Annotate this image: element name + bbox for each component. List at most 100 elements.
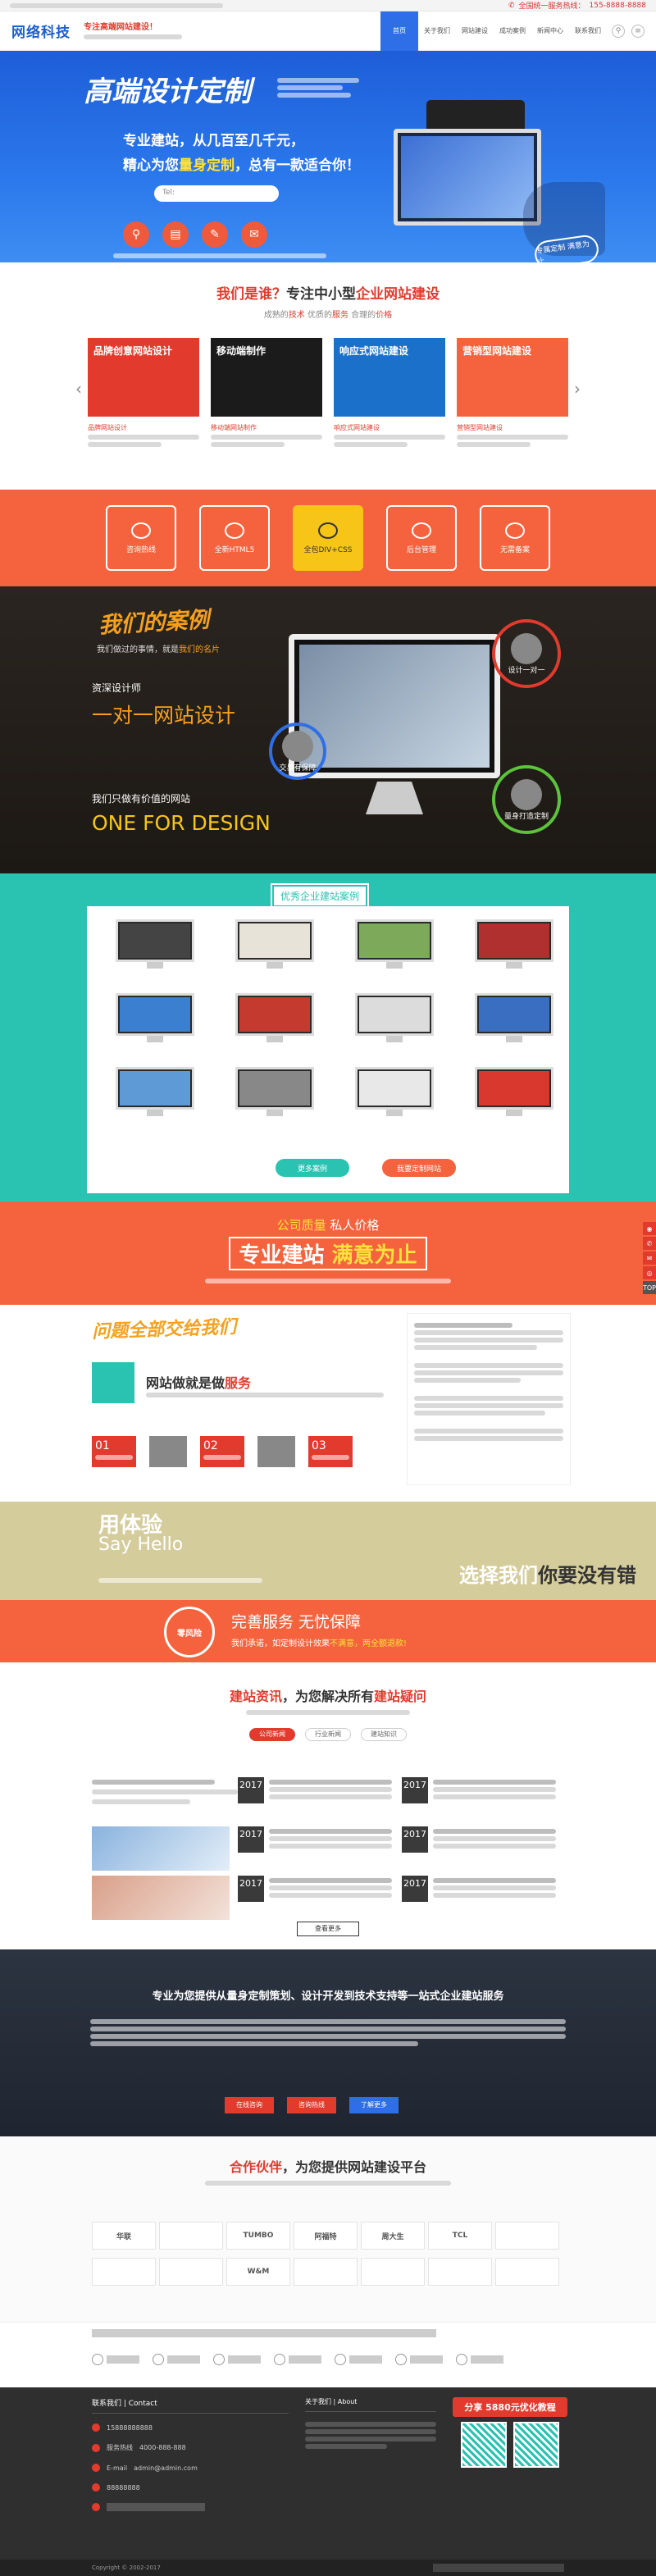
case-thumb[interactable] [344,1067,444,1126]
chevron-left-icon[interactable]: ‹ [75,379,82,399]
qa-heading: 网站做就是做服务 [146,1375,252,1391]
qq-icon[interactable]: ◉ [643,1222,656,1235]
nav-item-home[interactable]: 首页 [380,11,418,51]
services-strip: 咨询热线 全新HTML5 全包DIV+CSS 后台管理 无需备案 [0,490,656,586]
news-item[interactable]: 2017 [402,1826,566,1871]
case-thumb[interactable] [225,919,325,978]
news-item[interactable]: 2017 [402,1876,566,1920]
back-to-top-button[interactable]: TOP [643,1281,656,1294]
users-icon [511,632,542,664]
cases-desc3: 我们只做有价值的网站 [92,793,191,805]
case-thumb[interactable] [464,993,564,1052]
wechat-icon[interactable]: ◎ [643,1266,656,1279]
service-card[interactable]: 移动端制作 移动端网站制作 [211,338,322,449]
service-box[interactable]: 全包DIV+CSS [293,505,363,571]
case-thumb[interactable] [225,993,325,1052]
case-thumb[interactable] [464,1067,564,1126]
partner-logo[interactable]: W&M [226,2258,290,2286]
case-thumb[interactable] [464,919,564,978]
news-title: 建站资讯，为您解决所有建站疑问 [229,1689,427,1704]
news-section: 建站资讯，为您解决所有建站疑问 公司新闻 行业新闻 建站知识 2017 2017… [0,1662,656,1949]
handshake-icon [282,730,313,762]
partner-logo[interactable] [159,2258,223,2286]
case-thumb[interactable] [105,993,205,1052]
news-item[interactable]: 2017 [238,1826,402,1871]
partner-logo[interactable]: 周大生 [361,2222,425,2250]
more-news-button[interactable]: 查看更多 [297,1922,359,1936]
service-box[interactable]: 后台管理 [386,505,457,571]
promo-banner[interactable]: 分享 5880元优化教程 [453,2397,567,2417]
partner-logo[interactable]: TUMBO [226,2222,290,2250]
nav-item-build[interactable]: 网站建设 [456,11,494,51]
partner-logo[interactable] [495,2222,559,2250]
nav-item-news[interactable]: 新闻中心 [531,11,569,51]
clock-icon [131,522,151,539]
qa-title: 问题全部交给我们 [91,1316,237,1343]
service-card[interactable]: 营销型网站建设 营销型网站建设 [457,338,568,449]
tab-company-news[interactable]: 公司新闻 [249,1728,295,1741]
orb-design: 设计一对一 [492,619,561,688]
partner-logo[interactable] [294,2258,358,2286]
qa-step: 02 [200,1436,244,1467]
nav-item-contact[interactable]: 联系我们 [569,11,607,51]
partner-logo[interactable] [159,2222,223,2250]
chat-icon[interactable]: ✉ [643,1252,656,1265]
cases-subtitle: 我们做过的事情，就是我们的名片 [97,645,220,654]
news-list: 2017 2017 2017 2017 2017 2017 [92,1777,566,1920]
case-thumb[interactable] [225,1067,325,1126]
partners-section: 合作伙伴，为您提供网站建设平台 华联 TUMBO 阿福特 周大生 TCL W&M [0,2136,656,2322]
partner-logo[interactable] [361,2258,425,2286]
case-thumb[interactable] [105,919,205,978]
guarantee-title: 完善服务 无忧保障 [231,1613,362,1631]
tab-knowledge[interactable]: 建站知识 [361,1728,407,1741]
chevron-right-icon[interactable]: › [574,379,581,399]
menu-icon[interactable]: ≡ [631,24,645,38]
page: ✆ 全国统一服务热线： 155-8888-8888 网络科技 专注高端网站建设！… [0,0,656,2576]
learn-more-button[interactable]: 了解更多 [349,2097,399,2113]
server-icon [505,522,525,539]
check-icon [274,2354,285,2365]
edit-icon[interactable]: ✎ [202,221,228,248]
hotline-button[interactable]: 咨询热线 [287,2097,336,2113]
top-strip: ✆ 全国统一服务热线： 155-8888-8888 [0,0,656,11]
cases-title: 我们的案例 [98,607,210,639]
chart-icon[interactable]: ▤ [162,221,189,248]
partner-logo[interactable] [428,2258,492,2286]
search-icon[interactable]: ⚲ [123,221,149,248]
tab-industry-news[interactable]: 行业新闻 [305,1728,351,1741]
service-cards: 品牌创意网站设计 品牌网站设计 移动端制作 移动端网站制作 响应式网站建设 响应… [0,338,656,449]
tel-input[interactable]: Tel: [154,185,279,202]
news-item[interactable] [92,1777,238,1821]
partner-logo[interactable]: 华联 [92,2222,156,2250]
nav-item-about[interactable]: 关于我们 [418,11,456,51]
service-box[interactable]: 无需备案 [480,505,550,571]
partner-logo[interactable]: 阿福特 [294,2222,358,2250]
news-item[interactable]: 2017 [402,1777,566,1821]
more-cases-button[interactable]: 更多案例 [276,1159,349,1177]
slogan-title: 专注高端网站建设！ [84,23,157,32]
consult-button[interactable]: 在线咨询 [225,2097,274,2113]
news-image [92,1826,230,1871]
check-icon [153,2354,164,2365]
search-icon[interactable]: ⚲ [612,24,625,38]
custom-site-button[interactable]: 我要定制网站 [382,1159,456,1177]
site-logo[interactable]: 网络科技 [11,21,71,41]
partner-logo[interactable]: TCL [428,2222,492,2250]
service-card[interactable]: 品牌创意网站设计 品牌网站设计 [88,338,199,449]
partner-logo[interactable] [92,2258,156,2286]
service-card[interactable]: 响应式网站建设 响应式网站建设 [334,338,445,449]
case-thumb[interactable] [105,1067,205,1126]
service-box[interactable]: 咨询热线 [106,505,176,571]
case-thumb[interactable] [344,919,444,978]
qa-step: 03 [308,1436,353,1467]
phone-icon[interactable]: ✆ [643,1237,656,1250]
guarantee-section: 零风险 完善服务 无忧保障 我们承诺，如定制设计效果不满意，两全额退款! [0,1600,656,1662]
banner-feature-icons: ⚲ ▤ ✎ ✉ [123,221,267,248]
mail-icon[interactable]: ✉ [241,221,267,248]
nav-item-cases[interactable]: 成功案例 [494,11,531,51]
news-item[interactable]: 2017 [238,1777,402,1821]
service-box[interactable]: 全新HTML5 [199,505,270,571]
partner-logo[interactable] [495,2258,559,2286]
news-item[interactable]: 2017 [238,1876,402,1920]
case-thumb[interactable] [344,993,444,1052]
